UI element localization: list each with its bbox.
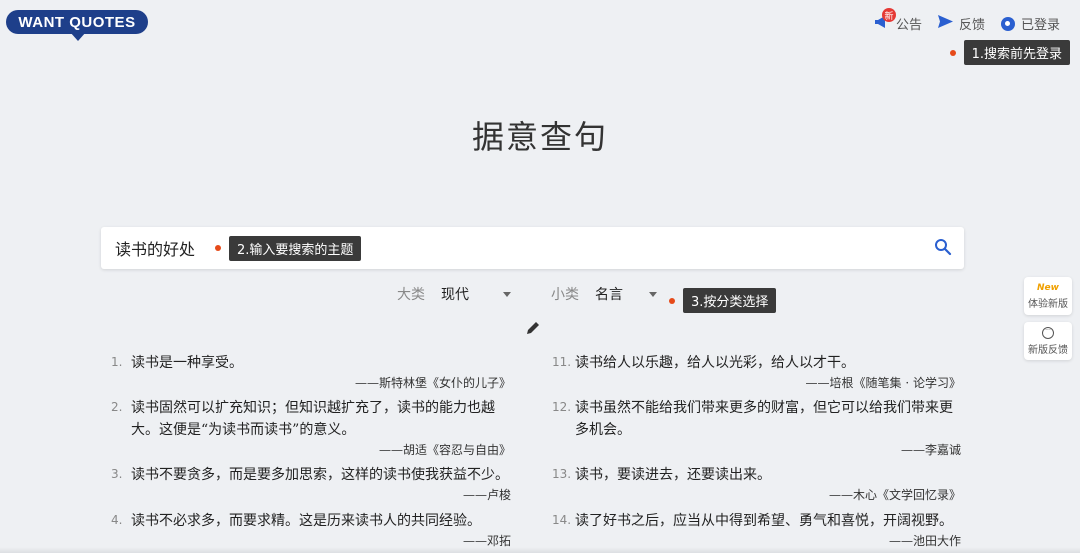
tip-login-text: 1.搜索前先登录 <box>963 40 1070 65</box>
search-input[interactable] <box>115 238 215 258</box>
tip-dot <box>669 297 675 304</box>
page-title: 据意查句 <box>471 118 608 156</box>
user-icon <box>1000 16 1015 31</box>
search-box: 2.输入要搜索的主题 <box>101 227 964 269</box>
logo[interactable]: WANT QUOTES <box>6 10 148 41</box>
quote-text: 读书不必求多，而要求精。这是历来读书人的共同经验。 <box>131 513 481 529</box>
minor-category-label: 小类 <box>551 287 579 303</box>
tip-login: 1.搜索前先登录 <box>949 40 1070 65</box>
major-category-select[interactable]: 大类 现代 <box>397 284 511 304</box>
quote-author: ——李嘉诚 <box>900 443 961 457</box>
new-icon: New <box>1037 282 1059 293</box>
quote-number: 14. <box>552 513 572 527</box>
quote-number: 4. <box>111 513 123 527</box>
bottom-fade <box>0 547 1080 553</box>
quote-item[interactable]: 11. 读书给人以乐趣，给人以光彩，给人以才干。 ——培根《随笔集 · 论学习》 <box>552 352 961 392</box>
try-new-version-button[interactable]: New 体验新版 <box>1024 277 1072 315</box>
header-nav: 新 公告 反馈 已登录 <box>874 8 1060 33</box>
quote-number: 2. <box>111 400 123 414</box>
quote-text: 读书是一种享受。 <box>131 355 243 371</box>
quote-item[interactable]: 3. 读书不要贪多，而是要多加思索，这样的读书使我获益不少。 ——卢梭 <box>111 464 511 504</box>
quote-text: 读书不要贪多，而是要多加思索，这样的读书使我获益不少。 <box>131 467 509 483</box>
quote-number: 1. <box>111 355 123 369</box>
quote-text: 读书给人以乐趣，给人以光彩，给人以才干。 <box>575 355 855 371</box>
chevron-down-icon <box>649 291 657 297</box>
quote-author: ——斯特林堡《女仆的儿子》 <box>354 376 511 390</box>
quote-text: 读了好书之后，应当从中得到希望、勇气和喜悦，开阔视野。 <box>575 513 953 529</box>
quote-author: ——培根《随笔集 · 论学习》 <box>805 376 961 390</box>
quote-text: 读书虽然不能给我们带来更多的财富，但它可以给我们带来更多机会。 <box>575 400 953 438</box>
tip-search-text: 2.输入要搜索的主题 <box>229 235 362 261</box>
quote-item[interactable]: 12. 读书虽然不能给我们带来更多的财富，但它可以给我们带来更多机会。 ——李嘉… <box>552 397 961 459</box>
tip-category: 3.按分类选择 <box>669 288 777 313</box>
new-badge: 新 <box>881 8 896 22</box>
chevron-down-icon <box>503 291 511 297</box>
minor-category-select[interactable]: 小类 名言 <box>551 284 657 304</box>
tip-search: 2.输入要搜索的主题 <box>215 235 362 261</box>
tip-dot <box>949 49 956 56</box>
quote-item[interactable]: 2. 读书固然可以扩充知识；但知识越扩充了，读书的能力也越大。这便是“为读书而读… <box>111 397 511 459</box>
search-icon[interactable] <box>934 238 952 256</box>
quote-item[interactable]: 13. 读书，要读进去，还要读出来。 ——木心《文学回忆录》 <box>552 464 961 504</box>
quote-number: 11. <box>552 355 572 369</box>
quote-text: 读书固然可以扩充知识；但知识越扩充了，读书的能力也越大。这便是“为读书而读书”的… <box>131 400 495 438</box>
quote-number: 12. <box>552 400 572 414</box>
pencil-icon[interactable] <box>525 320 541 336</box>
try-new-version-label: 体验新版 <box>1028 298 1068 310</box>
quote-author: ——卢梭 <box>462 488 511 502</box>
chat-icon <box>1042 326 1054 339</box>
minor-category-value: 名言 <box>595 287 623 303</box>
quote-author: ——木心《文学回忆录》 <box>828 488 961 502</box>
quote-number: 3. <box>111 467 123 481</box>
login-label: 已登录 <box>1020 18 1060 33</box>
quote-item[interactable]: 1. 读书是一种享受。 ——斯特林堡《女仆的儿子》 <box>111 352 511 392</box>
quote-item[interactable]: 14. 读了好书之后，应当从中得到希望、勇气和喜悦，开阔视野。 ——池田大作 <box>552 510 961 550</box>
quote-number: 13. <box>552 467 572 481</box>
major-category-label: 大类 <box>397 287 425 303</box>
quote-text: 读书，要读进去，还要读出来。 <box>575 467 771 483</box>
major-category-value: 现代 <box>441 287 469 303</box>
send-icon <box>937 15 953 32</box>
announce-button[interactable]: 新 公告 <box>874 8 922 33</box>
announce-label: 公告 <box>895 18 922 33</box>
new-version-feedback-label: 新版反馈 <box>1028 344 1068 356</box>
feedback-label: 反馈 <box>958 18 985 33</box>
new-version-feedback-button[interactable]: 新版反馈 <box>1024 322 1072 360</box>
tip-dot <box>215 245 221 251</box>
logo-tail <box>70 32 86 41</box>
logo-text: WANT QUOTES <box>6 10 148 34</box>
tip-category-text: 3.按分类选择 <box>683 288 777 313</box>
feedback-button[interactable]: 反馈 <box>937 14 985 33</box>
quote-author: ——胡适《容忍与自由》 <box>378 443 511 457</box>
quote-item[interactable]: 4. 读书不必求多，而要求精。这是历来读书人的共同经验。 ——邓拓 <box>111 510 511 550</box>
login-button[interactable]: 已登录 <box>1000 14 1060 33</box>
